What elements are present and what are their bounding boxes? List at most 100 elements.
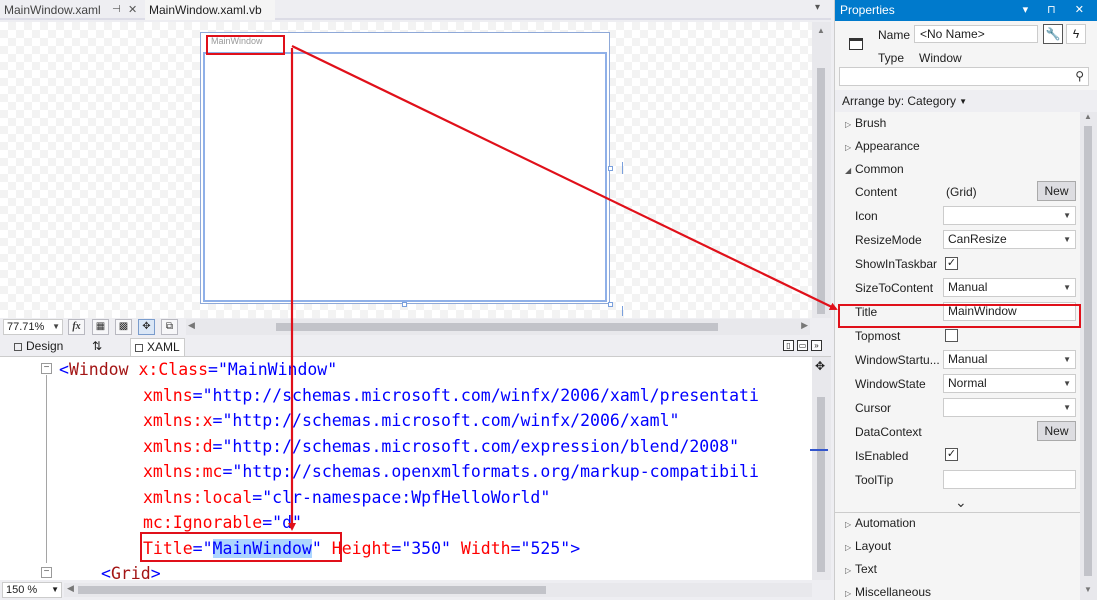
scroll-thumb[interactable] (78, 586, 546, 594)
prop-label-isenabled: IsEnabled (855, 449, 909, 463)
designer-vertical-scrollbar[interactable]: ▲ (812, 22, 831, 318)
scroll-thumb[interactable] (817, 68, 825, 314)
category-common[interactable]: ◢ Common (845, 162, 904, 176)
expand-icon: ▷ (845, 120, 852, 129)
xaml-editor[interactable]: − − <Window x:Class="MainWindow" xmlns="… (0, 357, 812, 580)
scroll-up-icon[interactable]: ▲ (817, 26, 825, 35)
properties-scrollbar[interactable]: ▲ ▼ (1080, 112, 1097, 600)
topmost-checkbox[interactable] (945, 329, 958, 342)
windowstate-dropdown[interactable]: Normal ▼ (943, 374, 1076, 393)
expand-icon: ▷ (845, 520, 852, 529)
editor-horizontal-scrollbar[interactable]: ◀ (64, 583, 812, 597)
icon-dropdown[interactable]: ▼ (943, 206, 1076, 225)
collapse-icon: ◢ (845, 166, 852, 175)
search-icon[interactable]: ⚲ (1075, 69, 1084, 83)
content-new-button[interactable]: New (1037, 181, 1076, 201)
resize-handle-right[interactable] (608, 166, 613, 171)
resize-handle-bottom[interactable] (402, 302, 407, 307)
window-client-area[interactable] (203, 52, 607, 302)
designer-horizontal-scrollbar[interactable]: ◀ ▶ (186, 319, 810, 335)
prop-label-cursor: Cursor (855, 401, 892, 415)
category-automation[interactable]: ▷ Automation (845, 516, 916, 530)
chevron-down-icon: ▼ (1063, 403, 1071, 412)
prop-label-topmost: Topmost (855, 329, 901, 343)
category-layout[interactable]: ▷ Layout (845, 539, 891, 553)
prop-label-showintaskbar: ShowInTaskbar (855, 257, 938, 271)
horizontal-split-icon[interactable]: ▭ (797, 340, 808, 351)
scroll-marker (810, 449, 828, 451)
tooltip-input[interactable] (943, 470, 1076, 489)
tab-design[interactable]: Design (14, 338, 63, 356)
split-handle-icon[interactable]: ✥ (815, 359, 825, 373)
effects-button[interactable]: fx (68, 319, 85, 335)
property-search-input[interactable]: ⚲ (839, 67, 1089, 86)
tab-mainwindow-xaml-vb[interactable]: MainWindow.xaml.vb (145, 0, 275, 20)
chevron-down-icon: ▼ (1063, 283, 1071, 292)
scroll-up-icon[interactable]: ▲ (1084, 112, 1092, 121)
wrench-icon[interactable]: 🔧 (1043, 24, 1063, 44)
size-guide (622, 162, 623, 174)
prop-label-sizetocontent: SizeToContent (855, 281, 934, 295)
pin-icon[interactable]: ⊣ (112, 0, 121, 20)
panel-window-buttons[interactable]: ▾ ⊓ ✕ (1023, 0, 1092, 21)
chevron-down-icon[interactable]: ▼ (52, 320, 60, 334)
window-preview[interactable]: MainWindow (200, 32, 610, 304)
sizetocontent-dropdown[interactable]: Manual ▼ (943, 278, 1076, 297)
arrange-by-dropdown[interactable]: Arrange by: Category ▼ (835, 90, 1097, 112)
editor-vertical-scrollbar[interactable]: ✥ (810, 357, 831, 580)
collapse-icon[interactable]: − (41, 363, 52, 374)
split-view-tabs: Design ⇅ XAML ▯ ▭ » (0, 336, 831, 357)
snap-grid-icon[interactable]: ▩ (115, 319, 132, 335)
datacontext-new-button[interactable]: New (1037, 421, 1076, 441)
highlight-xaml-title (140, 532, 342, 562)
category-appearance[interactable]: ▷ Appearance (845, 139, 920, 153)
outline-line (46, 375, 47, 563)
prop-label-icon: Icon (855, 209, 878, 223)
close-icon[interactable]: ✕ (128, 0, 137, 20)
name-label: Name (878, 28, 911, 42)
scroll-down-icon[interactable]: ▼ (1084, 585, 1092, 594)
tab-xaml[interactable]: XAML (130, 338, 185, 356)
editor-zoom-combobox[interactable]: 150 % ▼ (2, 582, 62, 598)
resizemode-dropdown[interactable]: CanResize ▼ (943, 230, 1076, 249)
scroll-left-icon[interactable]: ◀ (67, 583, 74, 594)
zoom-combobox[interactable]: 77.71% ▼ (3, 319, 63, 335)
showintaskbar-checkbox[interactable]: ✓ (945, 257, 958, 270)
tab-overflow-icon[interactable]: ▾ (815, 2, 820, 13)
snap-lines-icon[interactable]: ✥ (138, 319, 155, 335)
vertical-split-icon[interactable]: ▯ (783, 340, 794, 351)
properties-title-bar: Properties ▾ ⊓ ✕ (835, 0, 1097, 21)
swap-panes-button[interactable]: ⇅ (92, 338, 102, 356)
name-input[interactable]: <No Name> (914, 25, 1038, 43)
document-tab-strip: MainWindow.xaml ⊣ ✕ MainWindow.xaml.vb ▾ (0, 0, 831, 20)
xaml-icon (135, 344, 143, 352)
scroll-right-icon[interactable]: ▶ (801, 320, 808, 331)
isenabled-checkbox[interactable]: ✓ (945, 448, 958, 461)
collapse-icon[interactable]: − (41, 567, 52, 578)
cursor-dropdown[interactable]: ▼ (943, 398, 1076, 417)
category-miscellaneous[interactable]: ▷ Miscellaneous (845, 585, 931, 599)
scroll-left-icon[interactable]: ◀ (188, 320, 195, 331)
chevron-down-icon[interactable]: ▼ (51, 583, 59, 597)
highlight-property-title (838, 304, 1081, 328)
zoom-value: 77.71% (7, 321, 45, 333)
show-advanced-chevron-icon[interactable]: ⌄ (955, 494, 967, 511)
type-value: Window (919, 51, 962, 65)
grid-icon[interactable]: ▦ (92, 319, 109, 335)
code-line: <Grid> (101, 564, 161, 580)
resize-handle-corner[interactable] (608, 302, 613, 307)
design-icon (14, 343, 22, 351)
design-surface[interactable]: MainWindow (0, 22, 812, 318)
category-text[interactable]: ▷ Text (845, 562, 877, 576)
scroll-thumb[interactable] (276, 323, 718, 331)
lightning-icon[interactable]: ϟ (1066, 24, 1086, 44)
windowstartup-dropdown[interactable]: Manual ▼ (943, 350, 1076, 369)
scroll-thumb[interactable] (1084, 126, 1092, 576)
scroll-thumb[interactable] (817, 397, 825, 572)
prop-value-content: (Grid) (946, 185, 977, 199)
chevron-down-icon: ▼ (1063, 379, 1071, 388)
tab-mainwindow-xaml[interactable]: MainWindow.xaml ⊣ ✕ (0, 0, 144, 20)
collapse-pane-icon[interactable]: » (811, 340, 822, 351)
category-brush[interactable]: ▷ Brush (845, 116, 886, 130)
render-icon[interactable]: ⧉ (161, 319, 178, 335)
